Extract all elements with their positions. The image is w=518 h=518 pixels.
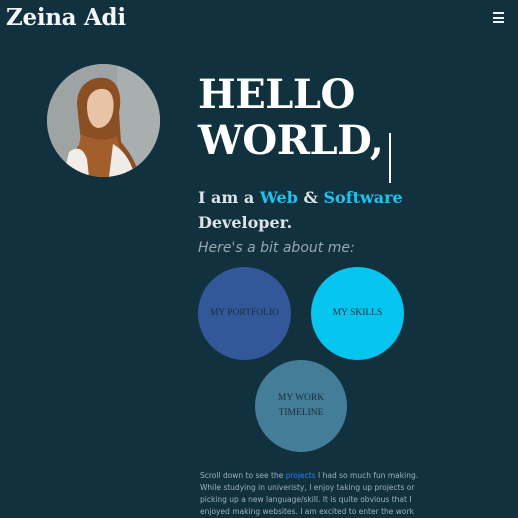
brand-name[interactable]: Zeina Adi (6, 4, 126, 31)
typing-caret (389, 133, 391, 183)
tagline-web: Web (259, 188, 298, 207)
menu-line (493, 12, 504, 14)
bio-text: Scroll down to see the (200, 471, 286, 480)
hero-tagline: I am a Web & Software Developer. (198, 185, 428, 235)
skills-label: MY SKILLS (332, 308, 383, 318)
projects-link[interactable]: projects (286, 471, 316, 480)
skills-circle-button[interactable]: MY SKILLS (311, 267, 404, 360)
portfolio-label: MY PORTFOLIO (209, 308, 279, 318)
menu-line (493, 16, 504, 19)
tagline-prefix: I am a (198, 188, 260, 207)
portfolio-circle-button[interactable]: MY PORTFOLIO (198, 267, 291, 360)
timeline-label: MY WORK TIMELINE (277, 393, 325, 418)
bio-paragraph: Scroll down to see the projects I had so… (200, 470, 422, 518)
hero-greeting: HELLO WORLD, (198, 72, 398, 164)
tagline-software: Software (323, 188, 403, 207)
tagline-and: & (297, 188, 324, 207)
portrait-photo (47, 64, 160, 177)
tagline-suffix: Developer. (198, 213, 293, 232)
about-intro: Here's a bit about me: (198, 240, 355, 256)
menu-line (493, 21, 504, 23)
avatar (47, 64, 160, 177)
greeting-text: HELLO WORLD, (198, 71, 384, 164)
hamburger-menu-icon[interactable] (493, 12, 504, 23)
timeline-circle-button[interactable]: MY WORK TIMELINE (255, 360, 347, 452)
